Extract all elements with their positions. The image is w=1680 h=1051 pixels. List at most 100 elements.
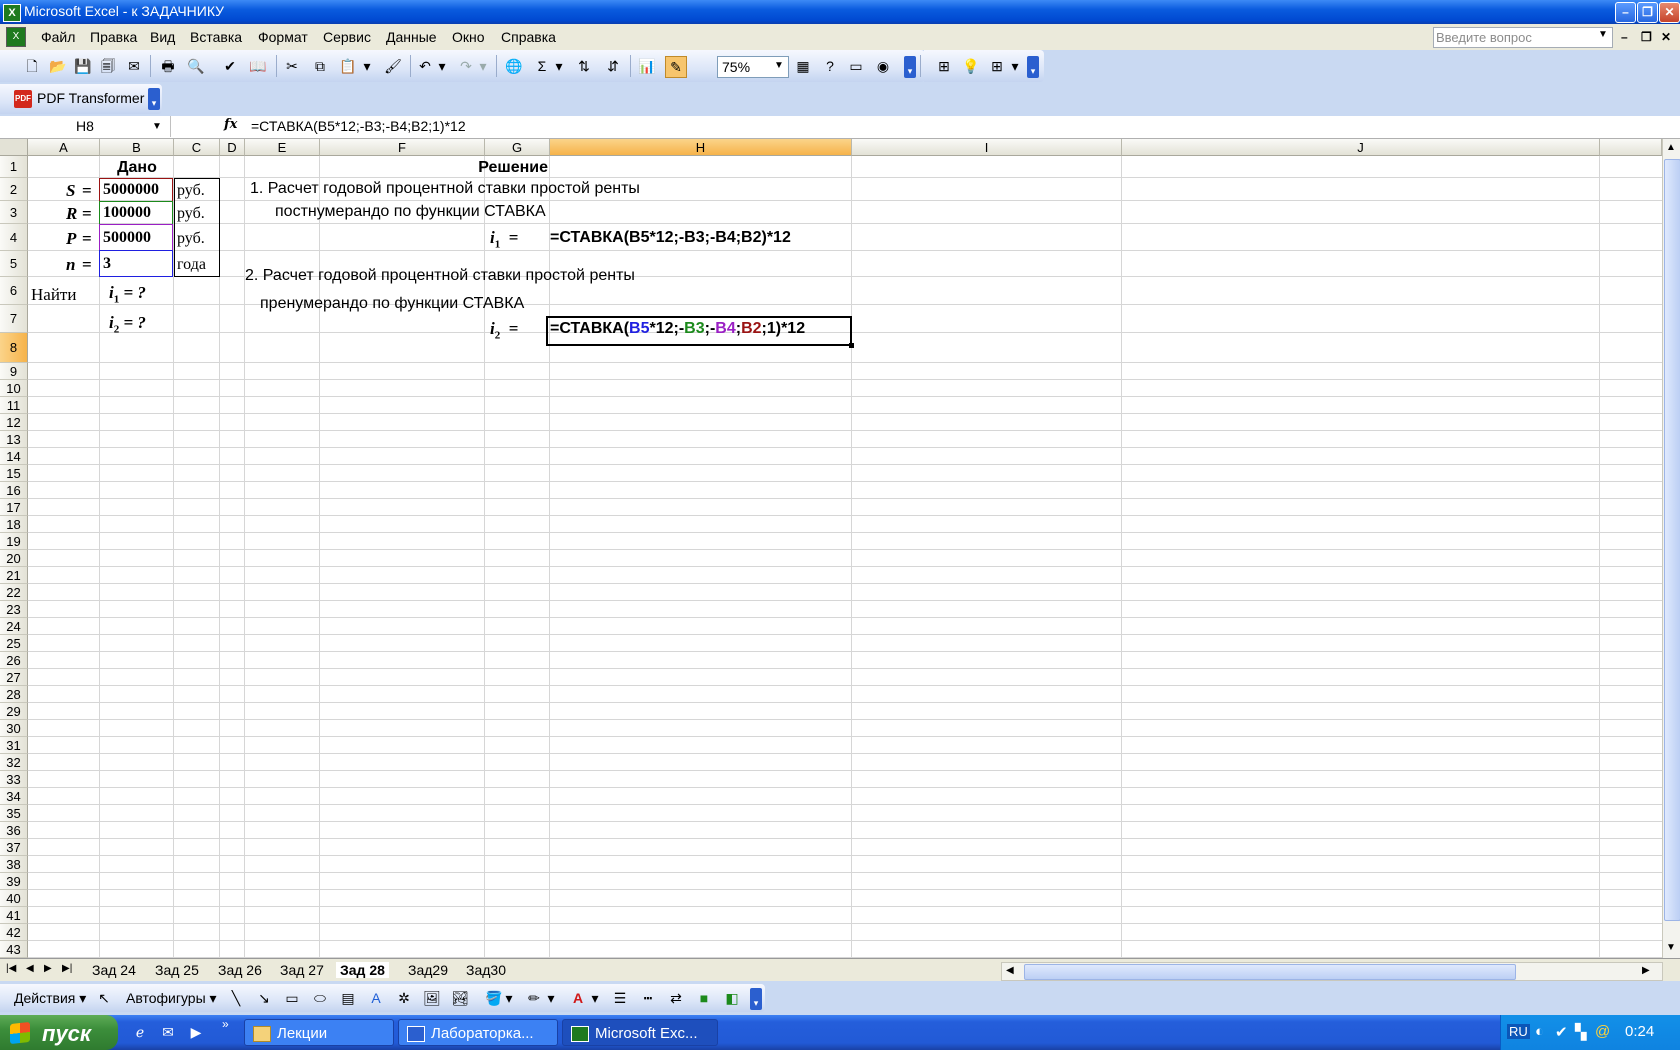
next-sheet-icon[interactable]: ▶ xyxy=(44,963,52,974)
insert-function-icon[interactable]: fx xyxy=(224,117,237,132)
scroll-up-icon[interactable]: ▲ xyxy=(1666,142,1676,153)
row-header-22[interactable]: 22 xyxy=(0,584,28,601)
scroll-down-icon[interactable]: ▼ xyxy=(1666,942,1676,953)
fill-color-dropdown-icon[interactable]: ▾ xyxy=(504,988,514,1008)
row-header-31[interactable]: 31 xyxy=(0,737,28,754)
row-header-18[interactable]: 18 xyxy=(0,516,28,533)
row-header-19[interactable]: 19 xyxy=(0,533,28,550)
drawing-toggle-icon[interactable]: ✎ xyxy=(665,56,687,78)
cell-B6-i1[interactable]: i1 = ? xyxy=(109,283,146,305)
sheet-tab[interactable]: Зад30 xyxy=(466,962,506,978)
fill-handle[interactable] xyxy=(849,343,854,348)
row-header-4[interactable]: 4 xyxy=(0,224,28,251)
grid-dropdown-icon[interactable]: ▾ xyxy=(1010,56,1020,76)
media-player-quicklaunch-icon[interactable]: ▶ xyxy=(186,1022,206,1042)
name-box[interactable]: H8 xyxy=(0,116,171,137)
wordart-icon[interactable]: A xyxy=(366,988,386,1008)
select-objects-icon[interactable]: ↖ xyxy=(94,988,114,1008)
format-painter-icon[interactable]: 🖌 xyxy=(383,56,403,76)
row-header-37[interactable]: 37 xyxy=(0,839,28,856)
worksheet-grid[interactable]: ABCDEFGHIJ 1 2 3 4 5 6 7 8 9 10 11 12 13 14 15 16 17 18 19… xyxy=(0,139,1662,958)
vertical-scroll-thumb[interactable] xyxy=(1664,159,1680,921)
autosum-dropdown-icon[interactable]: ▾ xyxy=(554,56,564,76)
last-sheet-icon[interactable]: ▶| xyxy=(62,963,72,974)
autosum-icon[interactable]: Σ xyxy=(532,56,552,76)
row-header-17[interactable]: 17 xyxy=(0,499,28,516)
minimize-button[interactable]: – xyxy=(1615,2,1636,23)
row-header-36[interactable]: 36 xyxy=(0,822,28,839)
cell-B7-i2[interactable]: i2 = ? xyxy=(109,313,146,335)
sheet-tab[interactable]: Зад 25 xyxy=(155,962,199,978)
line-color-dropdown-icon[interactable]: ▾ xyxy=(546,988,556,1008)
row-header-25[interactable]: 25 xyxy=(0,635,28,652)
toolbar-options-icon[interactable]: ▾ xyxy=(148,88,160,110)
3d-icon[interactable]: ◧ xyxy=(722,988,742,1008)
column-header-F[interactable]: F xyxy=(320,139,485,156)
sheet-tab[interactable]: Зад 27 xyxy=(280,962,324,978)
row-header-11[interactable]: 11 xyxy=(0,397,28,414)
picture-icon[interactable]: 🏞 xyxy=(450,988,470,1008)
security-icon[interactable]: ✔ xyxy=(1555,1023,1568,1041)
pdf-transformer-button[interactable]: PDF Transformer xyxy=(37,90,144,106)
sheet-tab-active[interactable]: Зад 28 xyxy=(336,962,389,978)
print-icon[interactable]: 🖶 xyxy=(158,56,178,76)
row-header-2[interactable]: 2 xyxy=(0,178,28,201)
undo-icon[interactable]: ↶ xyxy=(415,56,435,76)
new-document-icon[interactable]: 🗋 xyxy=(22,56,42,76)
row-header-1[interactable]: 1 xyxy=(0,156,28,178)
row-header-38[interactable]: 38 xyxy=(0,856,28,873)
taskbar-item-lektsii[interactable]: Лекции xyxy=(244,1019,394,1046)
menu-format[interactable]: Формат xyxy=(258,29,308,45)
ie-quicklaunch-icon[interactable]: ℯ xyxy=(130,1022,150,1042)
row-header-33[interactable]: 33 xyxy=(0,771,28,788)
row-header-43[interactable]: 43 xyxy=(0,941,28,958)
menu-insert[interactable]: Вставка xyxy=(190,29,242,45)
sheet-tab[interactable]: Зад 26 xyxy=(218,962,262,978)
help-dropdown-icon[interactable]: ▼ xyxy=(1598,29,1608,40)
first-sheet-icon[interactable]: |◀ xyxy=(6,963,16,974)
column-header-H[interactable]: H xyxy=(550,139,852,156)
zoom-dropdown-icon[interactable]: ▼ xyxy=(774,60,784,71)
undo-dropdown-icon[interactable]: ▾ xyxy=(437,56,447,76)
cell-G4-i1[interactable]: i1 = xyxy=(490,228,518,250)
column-header-D[interactable]: D xyxy=(220,139,245,156)
row-header-21[interactable]: 21 xyxy=(0,567,28,584)
maximize-button[interactable]: ❐ xyxy=(1637,2,1658,23)
column-header-J[interactable]: J xyxy=(1122,139,1600,156)
cut-icon[interactable]: ✂ xyxy=(282,56,302,76)
cell-A2-var[interactable]: S xyxy=(66,181,75,201)
cell-A5-var[interactable]: n xyxy=(66,255,75,275)
record-icon[interactable]: ◉ xyxy=(873,56,893,76)
email-icon[interactable]: ✉ xyxy=(124,56,144,76)
row-header-5[interactable]: 5 xyxy=(0,251,28,277)
row-header-42[interactable]: 42 xyxy=(0,924,28,941)
row-header-7[interactable]: 7 xyxy=(0,305,28,333)
sheet-tab[interactable]: Зад 24 xyxy=(92,962,136,978)
cell-A3-var[interactable]: R xyxy=(66,204,77,224)
row-header-30[interactable]: 30 xyxy=(0,720,28,737)
sort-descending-icon[interactable]: ⇵ xyxy=(603,56,623,76)
oval-icon[interactable]: ⬭ xyxy=(310,988,330,1008)
row-header-32[interactable]: 32 xyxy=(0,754,28,771)
menu-view[interactable]: Вид xyxy=(150,29,175,45)
copy-icon[interactable]: ⧉ xyxy=(310,56,330,76)
dash-style-icon[interactable]: ┅ xyxy=(638,988,658,1008)
row-header-26[interactable]: 26 xyxy=(0,652,28,669)
row-header-28[interactable]: 28 xyxy=(0,686,28,703)
tray-app-icon[interactable]: ▚ xyxy=(1575,1023,1587,1041)
borders-icon[interactable]: ⊞ xyxy=(934,56,954,76)
clipart-icon[interactable]: 🖼 xyxy=(422,988,442,1008)
line-color-icon[interactable]: ✏ xyxy=(524,988,544,1008)
row-header-12[interactable]: 12 xyxy=(0,414,28,431)
tray-status-icon[interactable]: @ xyxy=(1595,1023,1610,1040)
menu-window[interactable]: Окно xyxy=(452,29,485,45)
cell-A6-find[interactable]: Найти xyxy=(31,285,76,305)
scroll-left-icon[interactable]: ◀ xyxy=(1006,965,1014,976)
row-header-8[interactable]: 8 xyxy=(0,333,28,363)
row-header-9[interactable]: 9 xyxy=(0,363,28,380)
cell-E6-task2-line1[interactable]: 2. Расчет годовой процентной ставки прос… xyxy=(245,267,635,285)
row-header-13[interactable]: 13 xyxy=(0,431,28,448)
print-preview-icon[interactable]: 🔍 xyxy=(186,56,206,76)
arrow-style-icon[interactable]: ⇄ xyxy=(666,988,686,1008)
help-icon[interactable]: ? xyxy=(820,56,840,76)
